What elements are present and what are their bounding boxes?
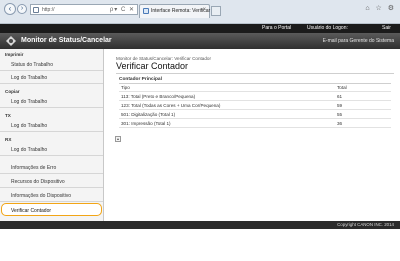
sidebar-item-copy-job-log[interactable]: Log do Trabalho — [0, 95, 103, 108]
admin-email-link[interactable]: E-mail para Gerente do Sistema — [323, 38, 394, 44]
sidebar-item-device-info[interactable]: Informações do Dispositivo — [0, 189, 103, 202]
sidebar-item-rx-job-log[interactable]: Log do Trabalho — [0, 143, 103, 156]
tab-title: Interface Remota: Verificar ... — [151, 8, 216, 14]
sidebar-item-tx-job-log[interactable]: Log do Trabalho — [0, 119, 103, 132]
counter-type: 301: Impressão (Total 1) — [121, 121, 171, 126]
tab-close-icon[interactable]: × — [202, 7, 206, 13]
sidebar-item-label: Log do Trabalho — [11, 123, 48, 129]
page-title: Verificar Contador — [116, 61, 189, 71]
sidebar-section-rx: RX — [5, 137, 12, 142]
back-to-top-icon[interactable] — [115, 136, 121, 142]
table-row-divider — [119, 118, 391, 119]
sidebar-item-label: Verificar Contador — [11, 208, 52, 214]
browser-chrome: ‹ › http:// ρ▾ C ✕ Interface Remota: Ver… — [0, 0, 400, 24]
column-header-total: Total — [337, 85, 347, 90]
counter-total: 36 — [337, 121, 343, 126]
new-tab-icon[interactable] — [211, 6, 221, 16]
browser-toolbar-icons[interactable]: ⌂ ☆ ⚙ — [365, 4, 396, 12]
portal-link[interactable]: Para o Portal — [262, 25, 291, 31]
divider — [119, 91, 391, 92]
page-header-title: Monitor de Status/Cancelar — [21, 37, 112, 44]
table-row-divider — [119, 127, 391, 128]
sidebar-item-device-resources[interactable]: Recursos do Dispositivo — [0, 175, 103, 188]
sidebar-item-label: Informações de Erro — [11, 165, 57, 171]
sidebar-item-label: Log do Trabalho — [11, 99, 48, 105]
divider — [116, 73, 394, 74]
sidebar-section-copy: Copiar — [5, 89, 20, 94]
browser-tab[interactable]: Interface Remota: Verificar ... × — [139, 4, 216, 18]
sidebar-item-print-job-log[interactable]: Log do Trabalho — [0, 71, 103, 84]
sidebar-section-tx: TX — [5, 113, 11, 118]
table-row-divider — [119, 100, 391, 101]
footer: Copyright CANON INC. 2014 — [0, 221, 400, 229]
counter-total: 55 — [337, 112, 343, 117]
sidebar-item-label: Informações do Dispositivo — [11, 193, 72, 199]
address-tools[interactable]: ρ▾ C ✕ — [110, 6, 135, 13]
sidebar-section-print: Imprimir — [5, 52, 24, 57]
logon-user-label: Usuário do Logon: — [307, 25, 348, 31]
sidebar-item-label: Log do Trabalho — [11, 147, 48, 153]
monitor-logo-icon — [6, 36, 16, 46]
section-title: Contador Principal — [119, 77, 162, 82]
back-icon[interactable]: ‹ — [4, 3, 16, 15]
sidebar-item-print-job-status[interactable]: Status do Trabalho — [0, 58, 103, 71]
sidebar: Imprimir Status do Trabalho Log do Traba… — [0, 49, 104, 221]
app-header: Monitor de Status/Cancelar E-mail para G… — [0, 33, 400, 49]
divider — [119, 83, 391, 84]
tab-favicon-icon — [143, 8, 149, 14]
counter-type: 113: Total (Preto e Branco/Pequena) — [121, 94, 196, 99]
logout-link[interactable]: Sair — [382, 25, 391, 31]
copyright: Copyright CANON INC. 2014 — [337, 222, 394, 227]
address-text: http:// — [42, 7, 55, 13]
counter-type: 501: Digitalização (Total 1) — [121, 112, 176, 117]
page-icon — [33, 7, 39, 13]
counter-type: 123: Total (Todas as Cores + Uma Cor/Peq… — [121, 103, 221, 108]
address-bar[interactable]: http:// ρ▾ C ✕ — [30, 4, 138, 15]
sidebar-item-label: Recursos do Dispositivo — [11, 179, 65, 185]
table-row-divider — [119, 109, 391, 110]
sidebar-item-label: Log do Trabalho — [11, 75, 48, 81]
counter-total: 61 — [337, 94, 343, 99]
top-bar: Para o Portal Usuário do Logon: Sair — [0, 24, 400, 33]
counter-total: 59 — [337, 103, 343, 108]
sidebar-item-check-counter[interactable]: Verificar Contador — [1, 203, 102, 216]
sidebar-item-error-info[interactable]: Informações de Erro — [0, 161, 103, 174]
forward-icon[interactable]: › — [17, 4, 27, 14]
column-header-type: Tipo — [121, 85, 130, 90]
sidebar-item-label: Status do Trabalho — [11, 62, 53, 68]
